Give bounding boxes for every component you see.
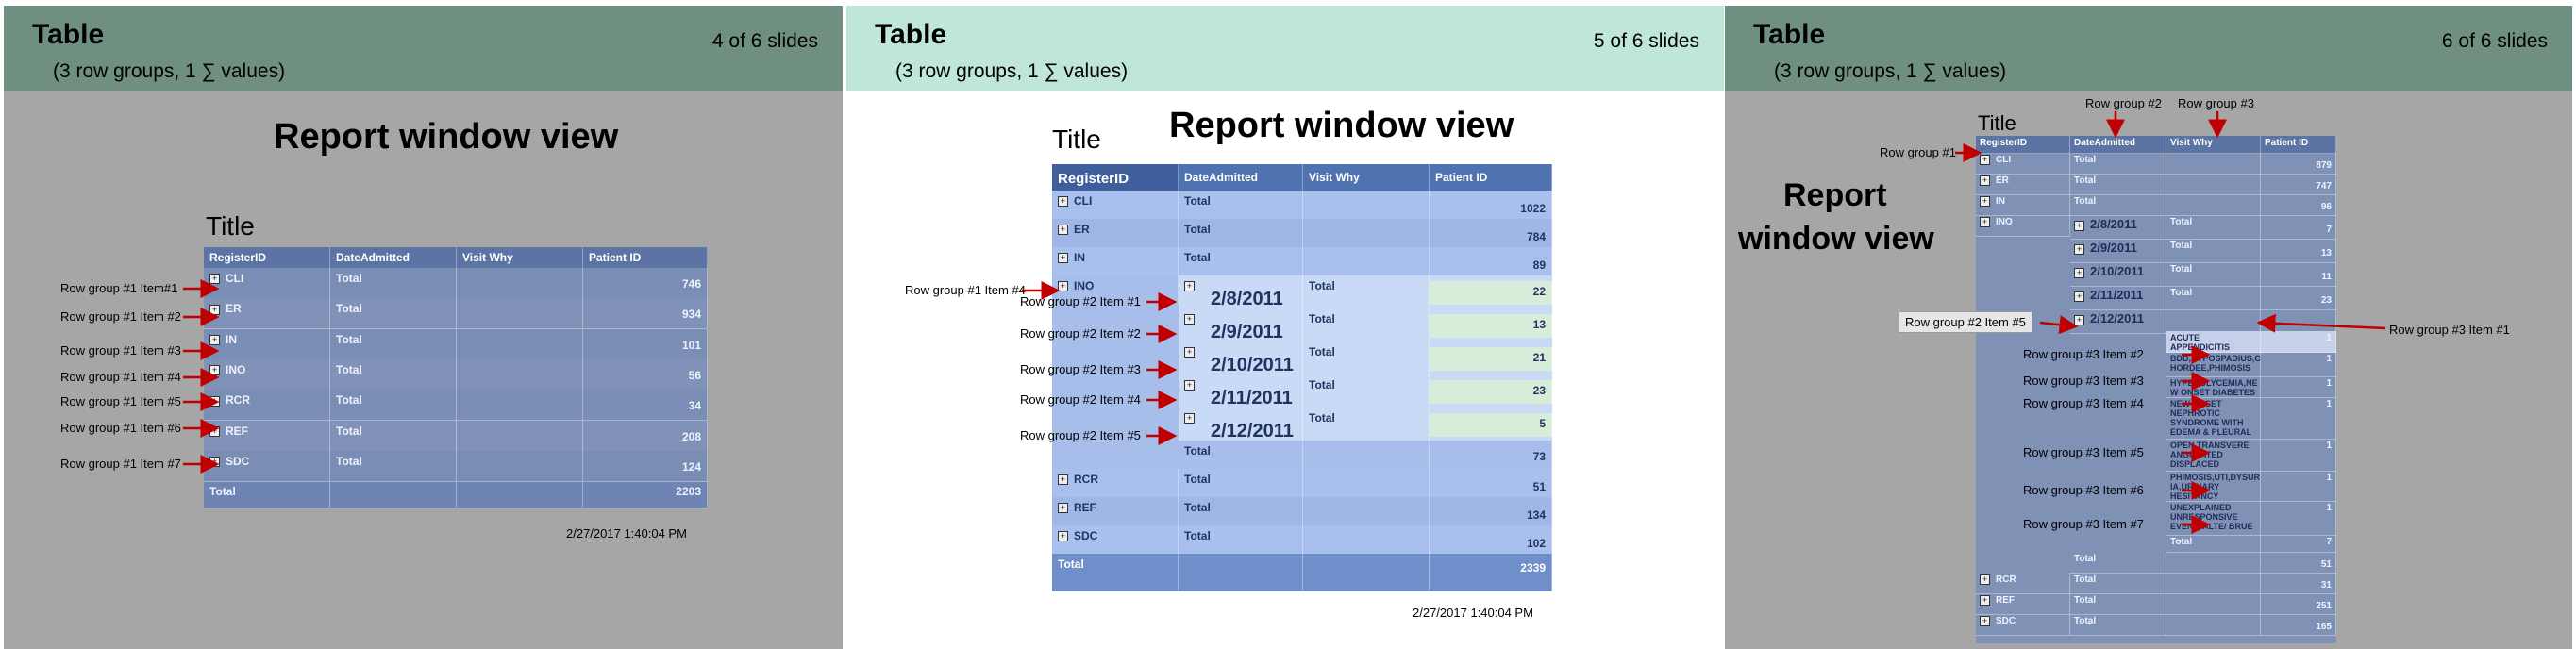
annotation-arrows: [1955, 111, 2386, 534]
slide-4: Table (3 row groups, 1 ∑ values) 4 of 6 …: [4, 6, 843, 649]
slide-5: Table (3 row groups, 1 ∑ values) 5 of 6 …: [846, 6, 1724, 649]
annotation-arrow: [2256, 313, 2386, 333]
annotation-arrow: [2039, 315, 2079, 335]
annotation-arrows: [183, 279, 220, 474]
slide-6: Table (3 row groups, 1 ∑ values) 6 of 6 …: [1725, 6, 2572, 649]
annotation-arrows: [1022, 281, 1178, 445]
